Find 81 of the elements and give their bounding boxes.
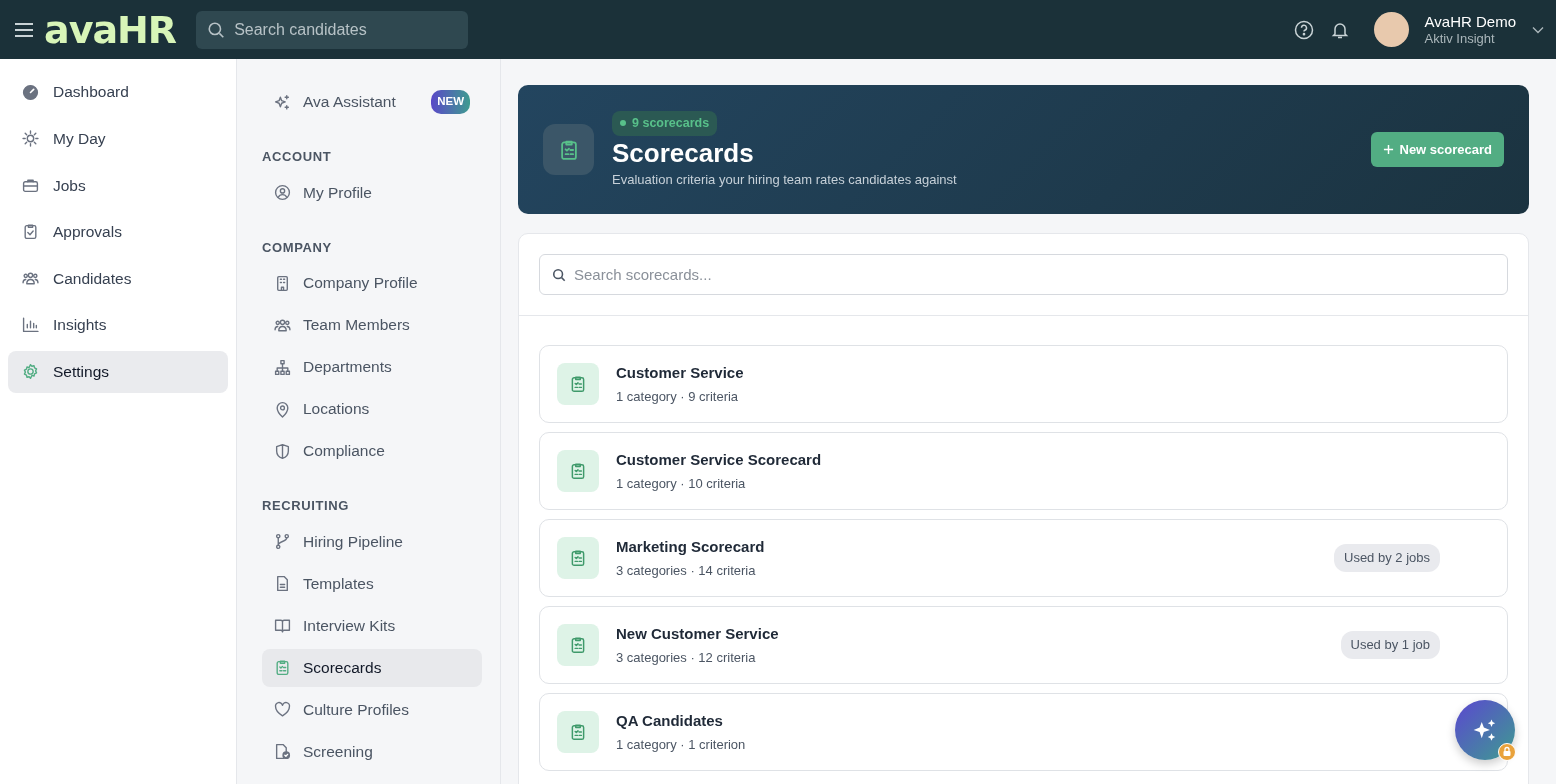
clipboard-list-icon bbox=[569, 462, 587, 480]
settings-nav-item[interactable]: Templates bbox=[262, 564, 482, 603]
search-field[interactable]: Search candidates bbox=[196, 10, 469, 49]
help-icon[interactable] bbox=[1293, 19, 1314, 40]
heart-icon bbox=[274, 701, 291, 718]
settings-nav-item[interactable]: Departments bbox=[262, 348, 482, 386]
status-dot bbox=[620, 120, 626, 127]
settings-nav-item[interactable]: Interview Kits bbox=[262, 606, 482, 645]
company-name: Aktiv Insight bbox=[1424, 30, 1496, 47]
people-icon bbox=[274, 316, 291, 334]
page-title: Scorecards bbox=[612, 137, 755, 170]
settings-nav-item[interactable]: Locations bbox=[262, 390, 482, 428]
settings-nav-item[interactable]: Company Profile bbox=[262, 264, 482, 302]
sidebar-item[interactable]: Insights bbox=[8, 303, 228, 346]
map-pin-icon bbox=[274, 400, 291, 418]
clipboard-list-icon bbox=[569, 375, 587, 393]
sidebar-item[interactable]: Candidates bbox=[8, 257, 228, 300]
scorecard-card[interactable]: QA Candidates 1 category · 1 criterion bbox=[539, 693, 1508, 771]
scorecard-name: Marketing Scorecard bbox=[616, 537, 765, 557]
settings-nav-item[interactable]: My Profile bbox=[262, 173, 482, 212]
sun-icon bbox=[22, 130, 39, 148]
gauge-icon bbox=[22, 83, 39, 101]
chevron-down-icon[interactable] bbox=[1532, 25, 1544, 34]
scorecard-name: QA Candidates bbox=[616, 711, 724, 731]
scorecard-name: Customer Service bbox=[616, 363, 744, 383]
scorecard-meta: 1 category · 9 criteria bbox=[616, 387, 740, 406]
scorecard-meta: 3 categories · 12 criteria bbox=[616, 648, 757, 667]
settings-nav-item[interactable]: Team Members bbox=[262, 306, 482, 344]
scorecard-meta: 3 categories · 14 criteria bbox=[616, 561, 757, 580]
branch-icon bbox=[274, 533, 291, 550]
page-subtitle: Evaluation criteria your hiring team rates candidates against bbox=[612, 171, 957, 190]
sidebar-item[interactable]: Jobs bbox=[8, 164, 228, 207]
count-badge: 9 scorecards bbox=[612, 111, 718, 136]
bar-chart-icon bbox=[22, 316, 39, 334]
building-icon bbox=[274, 274, 291, 292]
book-icon bbox=[274, 617, 291, 634]
sidebar-item[interactable]: Dashboard bbox=[8, 71, 228, 113]
settings-nav-item[interactable]: Culture Profiles bbox=[262, 690, 482, 729]
shield-icon bbox=[274, 442, 291, 460]
clipboard-list-icon bbox=[274, 659, 291, 676]
briefcase-icon bbox=[22, 176, 39, 194]
scorecard-card[interactable]: Customer Service 1 category · 9 criteria bbox=[539, 345, 1508, 423]
settings-nav-item[interactable]: Scorecards bbox=[262, 648, 482, 687]
sidebar-item[interactable]: Approvals bbox=[8, 210, 228, 253]
clipboard-check-icon bbox=[22, 223, 39, 241]
settings-nav-item[interactable]: Screening bbox=[262, 732, 482, 771]
settings-nav-item[interactable]: Compliance bbox=[262, 432, 482, 470]
section-heading: COMPANY bbox=[262, 238, 333, 257]
settings-nav-item[interactable]: Ava Assistant NEW bbox=[262, 83, 482, 121]
sparkle-icon bbox=[274, 93, 291, 111]
scorecard-card[interactable]: Customer Service Scorecard 1 category · 10 criteria bbox=[539, 432, 1508, 510]
scorecard-meta: 1 category · 10 criteria bbox=[616, 474, 747, 493]
usage-tag: Used by 1 job bbox=[1340, 631, 1440, 659]
document-icon bbox=[274, 575, 291, 592]
sidebar-item[interactable]: My Day bbox=[8, 117, 228, 160]
clipboard-list-icon bbox=[569, 636, 587, 654]
logo[interactable]: avaHR bbox=[44, 10, 177, 49]
clipboard-list-icon bbox=[569, 723, 587, 741]
file-check-icon bbox=[274, 743, 291, 760]
scorecard-card[interactable]: New Customer Service 3 categories · 12 criteria Used by 1 job bbox=[539, 606, 1508, 684]
scorecard-meta: 1 category · 1 criterion bbox=[616, 735, 746, 754]
search-field[interactable]: Search scorecards... bbox=[539, 254, 1508, 295]
lock-icon bbox=[1498, 743, 1516, 761]
scorecard-name: Customer Service Scorecard bbox=[616, 450, 822, 470]
sidebar-item[interactable]: Settings bbox=[8, 350, 228, 393]
org-chart-icon bbox=[274, 358, 291, 376]
usage-tag: Used by 2 jobs bbox=[1334, 544, 1440, 572]
clipboard-list-icon bbox=[569, 549, 587, 567]
scorecard-name: New Customer Service bbox=[616, 624, 779, 644]
menu-icon[interactable] bbox=[14, 21, 34, 38]
section-heading: RECRUITING bbox=[262, 497, 350, 515]
people-icon bbox=[22, 269, 39, 287]
user-name: AvaHR Demo bbox=[1424, 12, 1516, 31]
scorecard-card[interactable]: Marketing Scorecard 3 categories · 14 criteria Used by 2 jobs bbox=[539, 519, 1508, 597]
user-circle-icon bbox=[274, 184, 291, 201]
section-heading: ACCOUNT bbox=[262, 148, 333, 166]
settings-nav-item[interactable]: Hiring Pipeline bbox=[262, 522, 482, 561]
plus-icon bbox=[1382, 144, 1394, 155]
new-tag: NEW bbox=[431, 90, 470, 114]
avatar[interactable] bbox=[1373, 12, 1409, 47]
settings-icon bbox=[22, 363, 39, 381]
